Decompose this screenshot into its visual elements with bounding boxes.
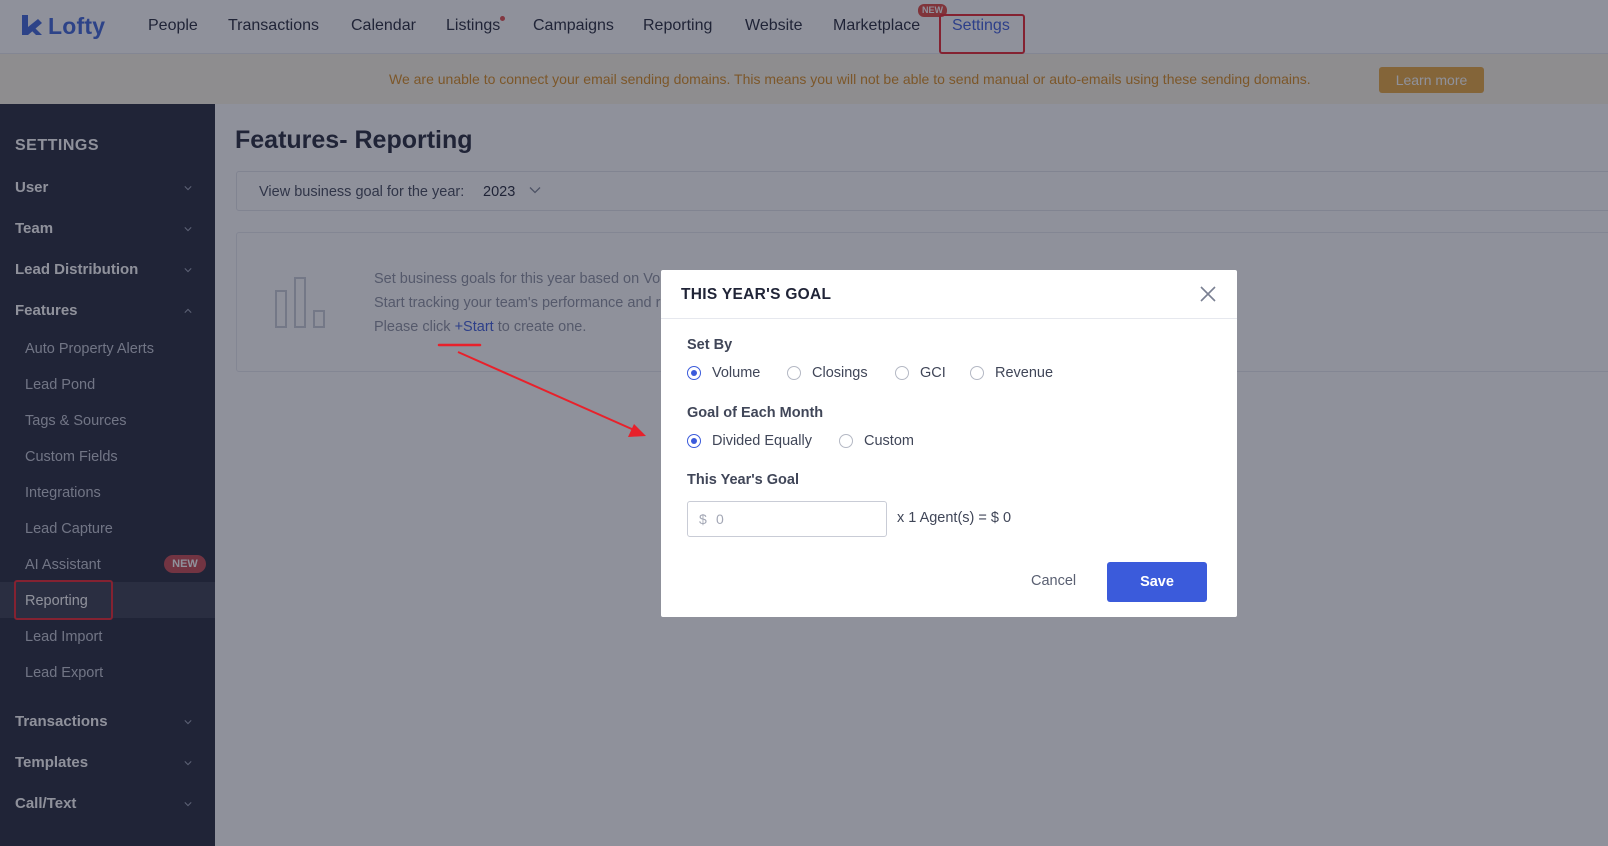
radio-divided-equally[interactable]: Divided Equally: [687, 433, 812, 449]
cancel-button[interactable]: Cancel: [1031, 573, 1076, 589]
radio-circle[interactable]: [895, 366, 909, 380]
radio-circle[interactable]: [687, 366, 701, 380]
radio-circle[interactable]: [839, 434, 853, 448]
goal-calculation: x 1 Agent(s) = $ 0: [897, 510, 1012, 526]
radio-gci[interactable]: GCI: [895, 365, 946, 381]
set-by-label: Set By: [687, 337, 733, 353]
modal-title: THIS YEAR'S GOAL: [681, 286, 832, 303]
radio-revenue-label: Revenue: [995, 365, 1054, 381]
radio-circle[interactable]: [787, 366, 801, 380]
radio-gci-label: GCI: [920, 365, 946, 381]
radio-divided-equally-label: Divided Equally: [712, 433, 812, 449]
close-icon[interactable]: [1199, 285, 1217, 303]
radio-closings[interactable]: Closings: [787, 365, 868, 381]
save-button[interactable]: Save: [1107, 562, 1207, 602]
radio-volume[interactable]: Volume: [687, 365, 760, 381]
this-years-goal-label: This Year's Goal: [687, 472, 799, 488]
radio-custom-label: Custom: [864, 433, 914, 449]
currency-prefix: $: [699, 511, 707, 527]
radio-volume-label: Volume: [712, 365, 761, 381]
goal-amount-input[interactable]: $ 0: [687, 501, 887, 537]
radio-custom[interactable]: Custom: [839, 433, 914, 449]
goal-amount-placeholder: 0: [716, 511, 724, 527]
goal-each-month-label: Goal of Each Month: [687, 405, 824, 421]
radio-circle[interactable]: [970, 366, 984, 380]
radio-revenue[interactable]: Revenue: [970, 365, 1053, 381]
radio-closings-label: Closings: [812, 365, 868, 381]
this-years-goal-modal: THIS YEAR'S GOAL Set By Volume Closings …: [661, 270, 1237, 617]
modal-divider: [661, 318, 1237, 319]
radio-circle[interactable]: [687, 434, 701, 448]
